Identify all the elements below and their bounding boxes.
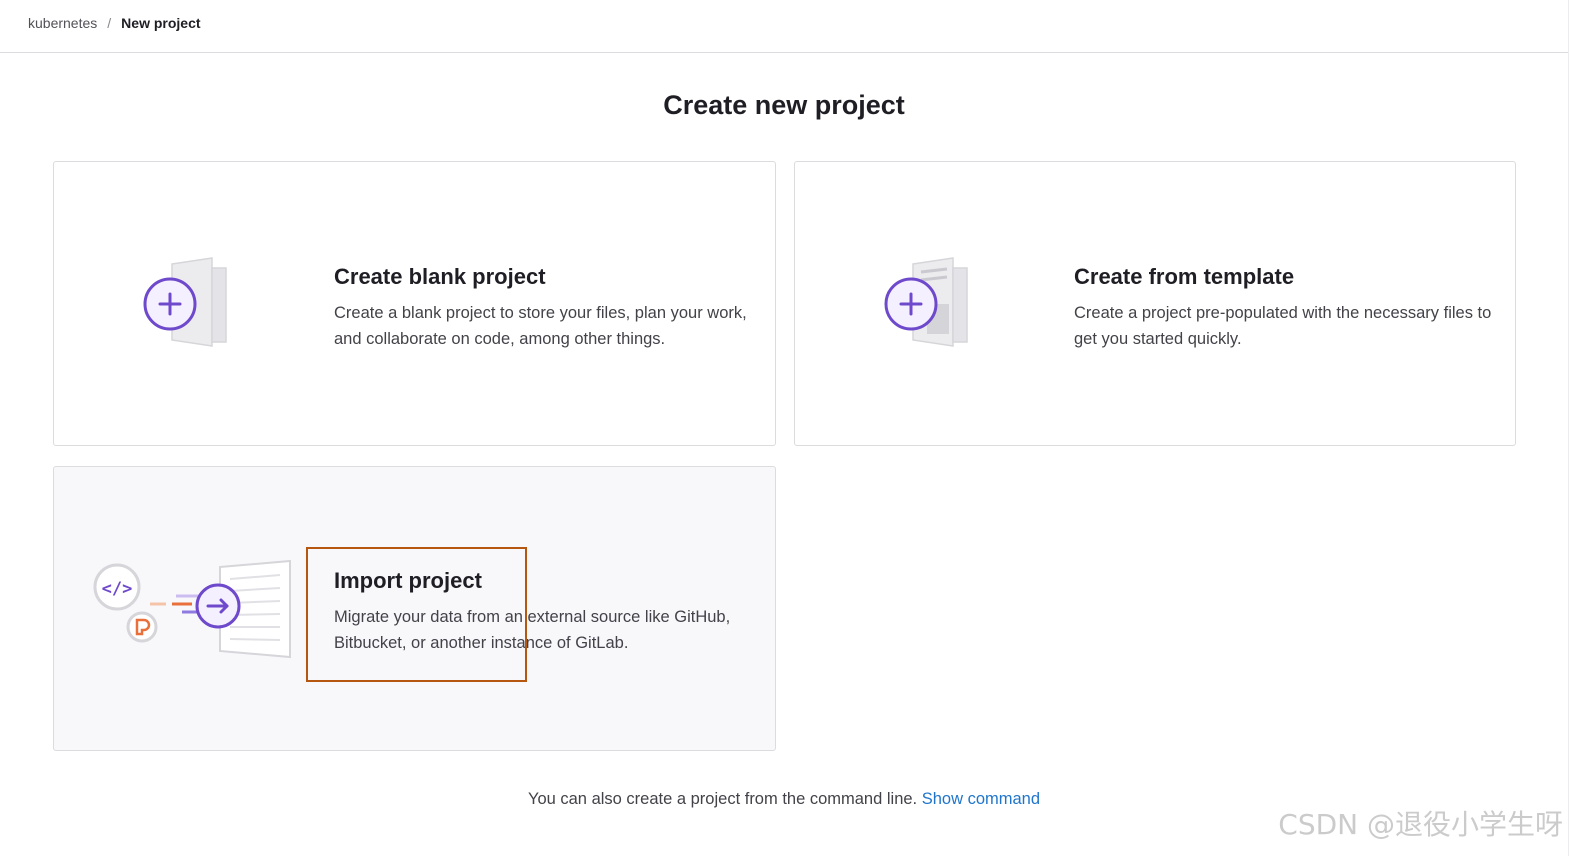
breadcrumb-group-link[interactable]: kubernetes <box>28 15 97 31</box>
blank-project-description: Create a blank project to store your fil… <box>334 304 747 348</box>
create-from-template-card[interactable]: Create from template Create a project pr… <box>794 161 1516 446</box>
svg-text:</>: </> <box>102 579 133 599</box>
command-line-hint-text: You can also create a project from the c… <box>527 790 918 808</box>
breadcrumb-separator: / <box>107 15 112 31</box>
template-project-icon <box>883 254 983 354</box>
page-title: Create new project <box>663 90 905 120</box>
import-project-card[interactable]: </> Import project Migrate your data fro… <box>53 466 776 751</box>
import-project-description: Migrate your data from an external sourc… <box>334 608 731 652</box>
blank-project-title: Create blank project <box>334 264 546 289</box>
breadcrumb: kubernetes / New project <box>28 15 201 31</box>
import-project-title: Import project <box>334 568 482 593</box>
page-scrollbar[interactable] <box>1568 0 1585 856</box>
show-command-link[interactable]: Show command <box>922 790 1040 808</box>
template-project-title: Create from template <box>1074 264 1295 289</box>
create-blank-project-card[interactable]: Create blank project Create a blank proj… <box>53 161 776 446</box>
csdn-watermark: CSDN @退役小学生呀 <box>1278 808 1563 841</box>
import-project-icon: </> <box>90 557 300 662</box>
template-project-description: Create a project pre-populated with the … <box>1074 304 1492 348</box>
breadcrumb-current[interactable]: New project <box>121 15 200 31</box>
blank-project-icon <box>142 254 242 354</box>
top-bar: kubernetes / New project <box>0 0 1568 53</box>
